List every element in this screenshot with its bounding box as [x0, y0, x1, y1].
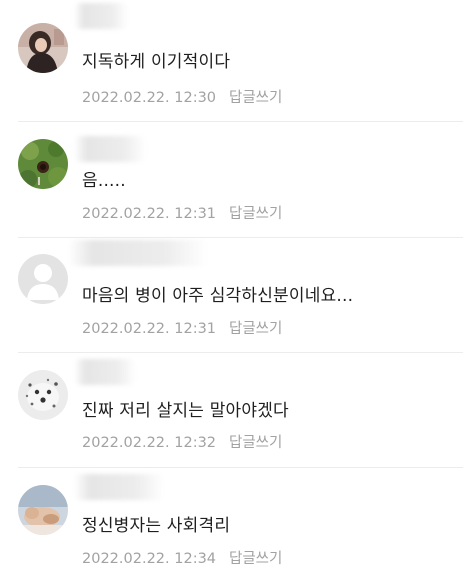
comment-timestamp: 2022.02.22. 12:34: [82, 551, 217, 567]
reply-button[interactable]: 답글쓰기: [229, 550, 282, 568]
comment-item: 마음의 병이 아주 심각하신분이네요... 2022.02.22. 12:31 …: [0, 232, 463, 348]
author-avatar-photo-cat-icon[interactable]: [18, 485, 68, 535]
comment-timestamp: 2022.02.22. 12:31: [82, 206, 217, 222]
comment-timestamp: 2022.02.22. 12:32: [82, 435, 217, 451]
blurred-author-name: [74, 136, 146, 162]
blurred-author-name: [68, 240, 208, 266]
author-avatar-photo-dalmatian-icon[interactable]: [18, 370, 68, 420]
author-avatar-default-user-icon[interactable]: [18, 254, 68, 304]
blurred-author-name: [74, 474, 164, 500]
comment-text: 지독하게 이기적이다: [82, 52, 231, 72]
comment-text: 정신병자는 사회격리: [82, 516, 231, 536]
reply-button[interactable]: 답글쓰기: [229, 320, 282, 338]
comment-item: 진짜 저리 살지는 말아야겠다 2022.02.22. 12:32 답글쓰기: [0, 347, 463, 463]
comment-timestamp: 2022.02.22. 12:31: [82, 321, 217, 337]
comment-text: 진짜 저리 살지는 말아야겠다: [82, 401, 289, 421]
author-avatar-photo-green-icon[interactable]: [18, 139, 68, 189]
reply-button[interactable]: 답글쓰기: [229, 434, 282, 452]
comment-text: 마음의 병이 아주 심각하신분이네요...: [82, 286, 354, 306]
comment-item: 지독하게 이기적이다 2022.02.22. 12:30 답글쓰기: [0, 0, 463, 116]
reply-button[interactable]: 답글쓰기: [229, 89, 282, 107]
comment-item: 음..... 2022.02.22. 12:31 답글쓰기: [0, 116, 463, 232]
blurred-author-name: [74, 3, 128, 29]
comment-list: 지독하게 이기적이다 2022.02.22. 12:30 답글쓰기 음.....…: [0, 0, 463, 579]
comment-timestamp: 2022.02.22. 12:30: [82, 90, 217, 106]
comment-item: 정신병자는 사회격리 2022.02.22. 12:34 답글쓰기: [0, 462, 463, 578]
author-avatar-photo-person-icon[interactable]: [18, 23, 68, 73]
blurred-author-name: [74, 359, 136, 385]
reply-button[interactable]: 답글쓰기: [229, 205, 282, 223]
comment-text: 음.....: [82, 171, 126, 191]
